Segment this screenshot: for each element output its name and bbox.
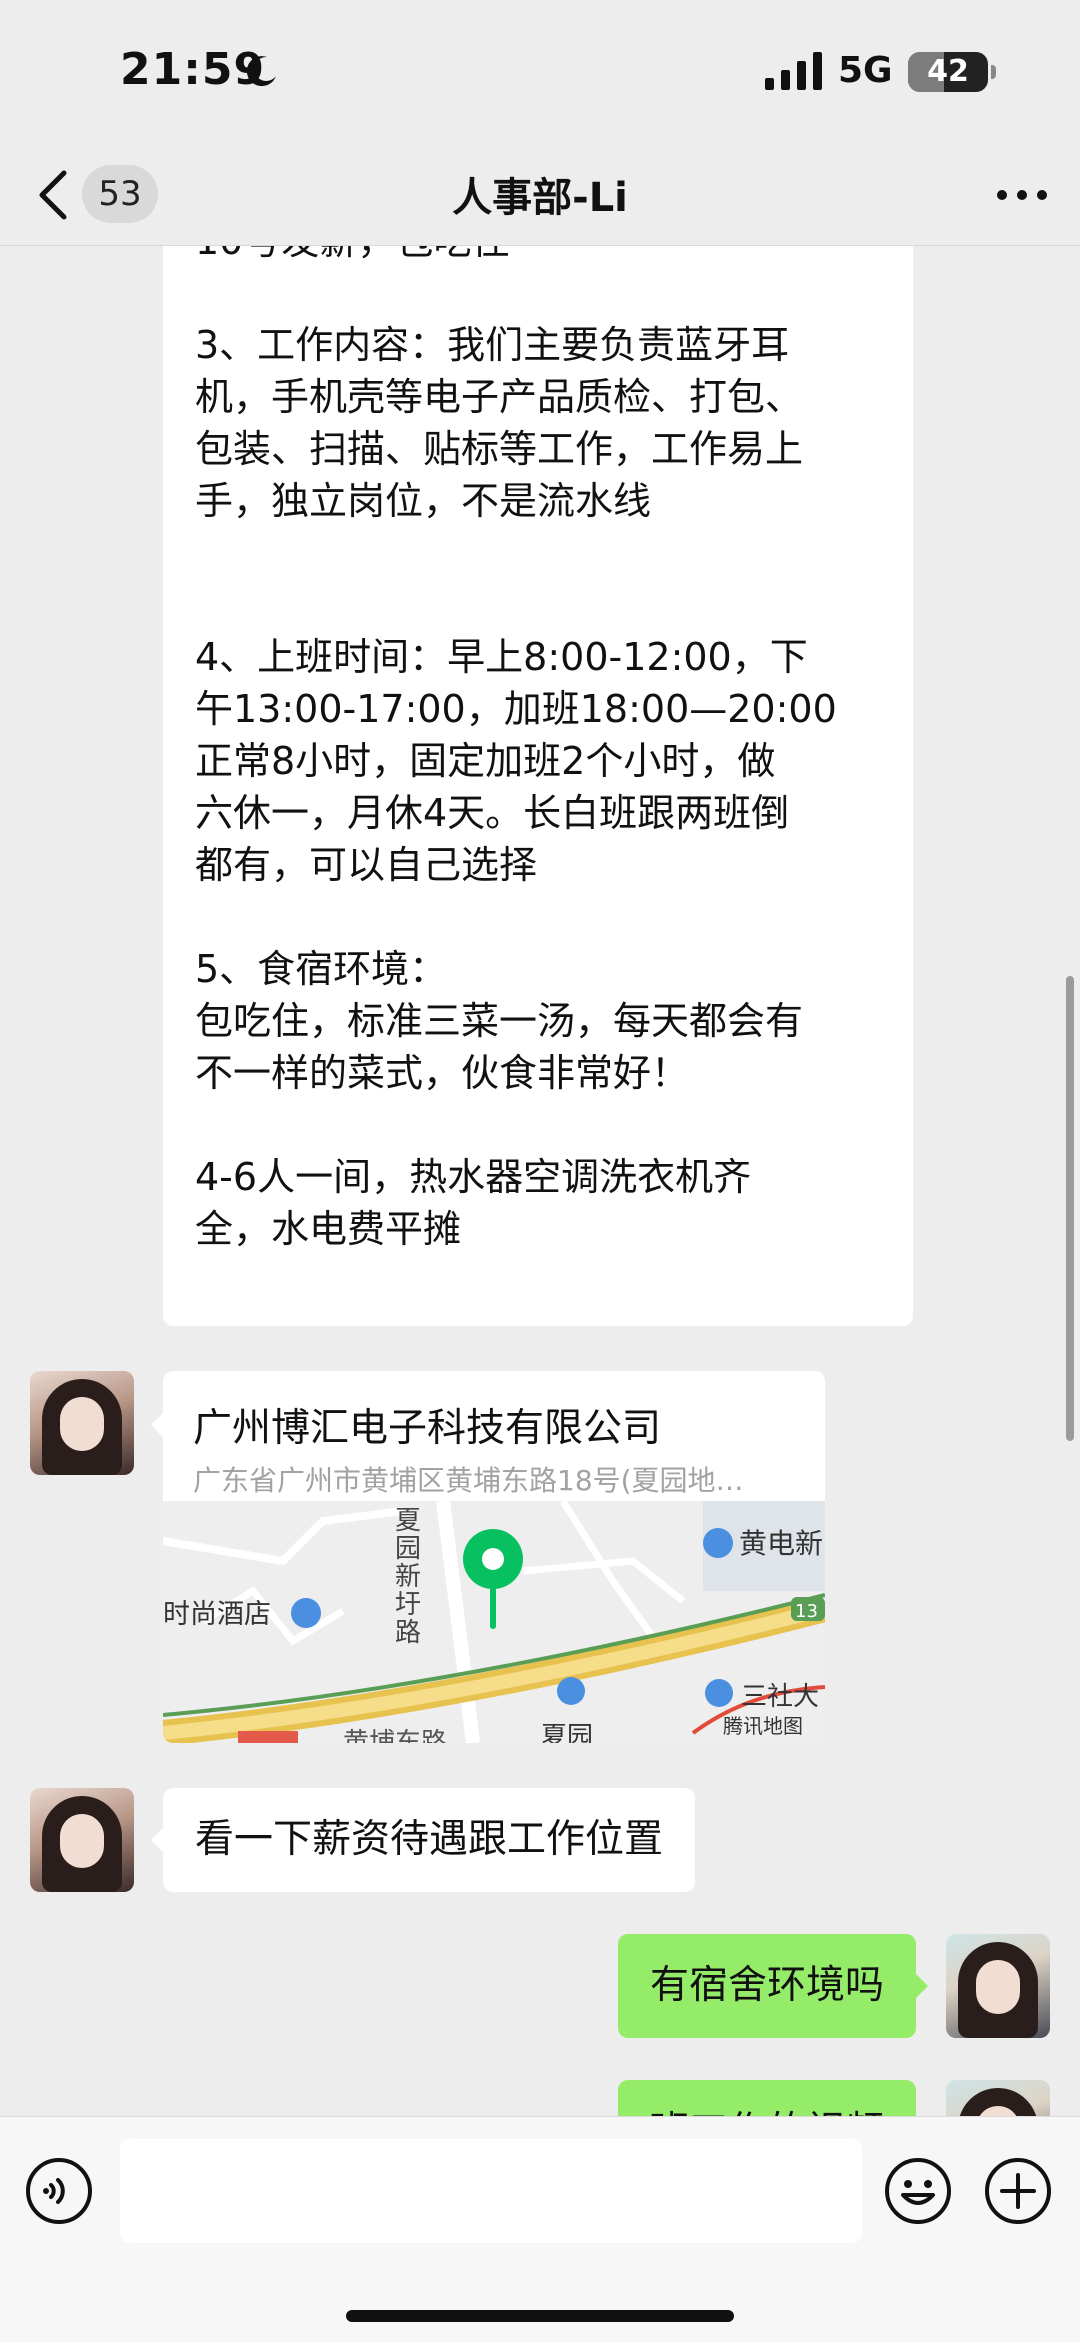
station-label: 夏园 (541, 1722, 593, 1743)
message-line: 都有，可以自己选择 (195, 843, 538, 887)
my-avatar[interactable] (946, 2080, 1050, 2116)
message-line: 手，独立岗位，不是流水线 (195, 479, 652, 523)
emoji-icon[interactable] (884, 2157, 952, 2225)
bubble-tail (151, 1828, 163, 1852)
scrollbar[interactable] (1066, 976, 1074, 1441)
job-detail-message[interactable]: 10号发薪，包吃住 3、工作内容：我们主要负责蓝牙耳 机，手机壳等电子产品质检、… (163, 246, 913, 1326)
bubble-tail (916, 1974, 928, 1998)
clock: 21:59 (120, 44, 266, 95)
status-bar: 21:59 5G 42 (0, 0, 1080, 145)
voice-input-icon[interactable] (25, 2157, 93, 2225)
svg-text:园: 园 (395, 1534, 421, 1564)
route-number: 13 (795, 1601, 818, 1622)
poi-icon (705, 1679, 733, 1707)
home-indicator[interactable] (346, 2310, 734, 2322)
message-line: 5、食宿环境： (195, 947, 448, 991)
incoming-message[interactable]: 看一下薪资待遇跟工作位置 (163, 1788, 696, 1892)
map-provider-logo: 腾讯地图 (723, 1714, 803, 1738)
message-line: 4-6人一间，热水器空调洗衣机齐 (195, 1155, 752, 1199)
message-line: 包吃住，标准三菜一汤，每天都会有 (195, 999, 804, 1043)
outgoing-message[interactable]: 有宿舍环境吗 (617, 1934, 916, 2038)
moon-icon (246, 56, 276, 87)
chat-title: 人事部-Li (452, 175, 628, 221)
location-name: 广州博汇电子科技有限公司 (193, 1406, 662, 1451)
bubble-tail (151, 1413, 163, 1437)
hotel-label: 时尚酒店 (163, 1599, 271, 1630)
battery-icon: 42 (908, 52, 996, 92)
svg-text:新: 新 (395, 1562, 421, 1592)
message-line: 全，水电费平摊 (195, 1207, 462, 1251)
signal-icon (765, 52, 822, 90)
poi-icon (703, 1528, 733, 1558)
svg-text:夏: 夏 (395, 1506, 421, 1536)
message-line: 正常8小时，固定加班2个小时，做 (195, 739, 776, 783)
more-options-icon[interactable] (994, 175, 1050, 215)
message-input[interactable] (120, 2139, 862, 2243)
chat-header: 53 人事部-Li (0, 145, 1080, 246)
svg-text:路: 路 (395, 1618, 421, 1648)
svg-text:圩: 圩 (395, 1590, 421, 1620)
outgoing-message[interactable]: 班工作的视频 (617, 2080, 916, 2116)
message-line: 3、工作内容：我们主要负责蓝牙耳 (195, 323, 790, 367)
location-card[interactable]: 广州博汇电子科技有限公司 广东省广州市黄埔区黄埔东路18号(夏园地… 夏 园 新… (163, 1371, 825, 1743)
input-bar (0, 2116, 1080, 2342)
hotel-icon (291, 1598, 321, 1628)
message-line: 午13:00-17:00，加班18:00—20:00 (195, 687, 837, 731)
road-label: 黄埔东路 (343, 1728, 447, 1743)
message-line: 六休一，月休4天。长白班跟两班倒 (195, 791, 790, 835)
poi-label: 黄电新 (739, 1527, 823, 1560)
chat-area[interactable]: 10号发薪，包吃住 3、工作内容：我们主要负责蓝牙耳 机，手机壳等电子产品质检、… (0, 246, 1080, 2116)
metro-icon (557, 1677, 585, 1705)
battery-level: 42 (927, 54, 969, 89)
location-address: 广东省广州市黄埔区黄埔东路18号(夏园地… (193, 1464, 744, 1497)
message-line: 不一样的菜式，伙食非常好！ (195, 1051, 690, 1095)
poi-label: 三社大 (741, 1682, 819, 1712)
my-avatar[interactable] (946, 1934, 1050, 2038)
message-line: 机，手机壳等电子产品质检、打包、 (195, 375, 804, 419)
message-line: 4、上班时间：早上8:00-12:00，下 (195, 635, 808, 679)
contact-avatar[interactable] (30, 1371, 134, 1475)
road-label-vertical: 夏 园 新 圩 路 (395, 1506, 421, 1648)
contact-avatar[interactable] (30, 1788, 134, 1892)
add-more-icon[interactable] (984, 2157, 1052, 2225)
message-line: 包装、扫描、贴标等工作，工作易上 (195, 427, 804, 471)
message-line: 10号发薪，包吃住 (195, 246, 509, 265)
network-type: 5G (838, 50, 893, 91)
location-map[interactable]: 夏 园 新 圩 路 黄电新 时尚酒店 13 三社大 夏园 黄埔东路 腾讯地图 (163, 1501, 825, 1743)
